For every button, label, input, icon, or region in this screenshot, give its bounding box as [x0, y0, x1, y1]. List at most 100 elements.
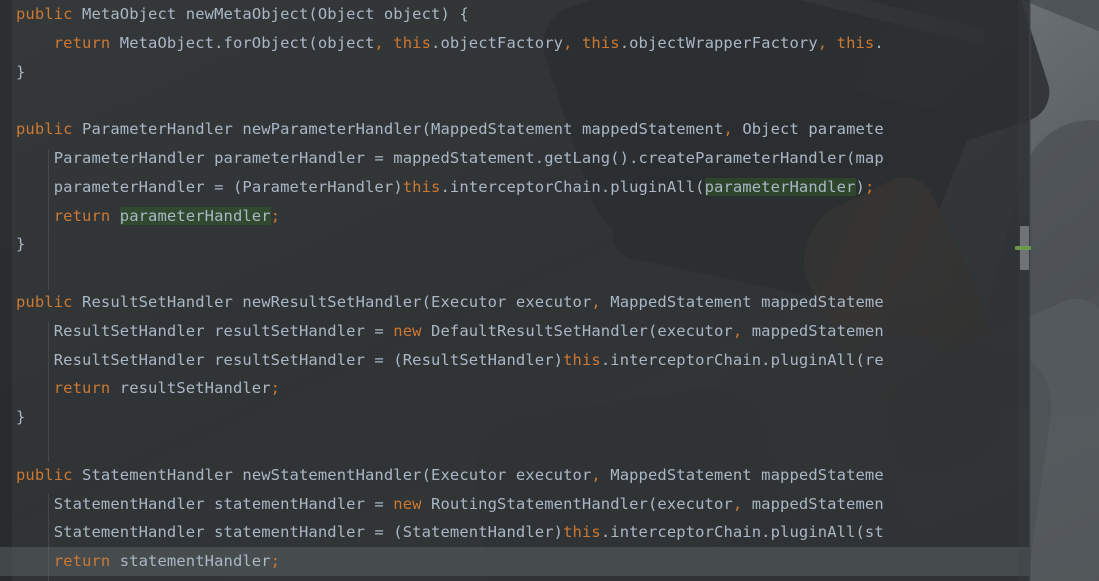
code-token: ParameterHandler: [53, 148, 205, 167]
code-line[interactable]: [0, 432, 1030, 461]
code-token: resultSetHandler: [204, 350, 365, 369]
code-token: Executor: [431, 465, 507, 484]
code-token: }: [16, 235, 26, 254]
code-token: return: [53, 206, 111, 225]
code-token: }: [16, 62, 26, 81]
code-token: ResultSetHandler: [402, 350, 554, 369]
code-token: this: [836, 33, 875, 52]
code-token: mappedStatemen: [742, 321, 884, 340]
code-token: ): [553, 350, 564, 369]
code-line[interactable]: StatementHandler statementHandler = (Sta…: [0, 518, 1030, 547]
code-line[interactable]: }: [0, 230, 1030, 259]
code-line[interactable]: public StatementHandler newStatementHand…: [0, 461, 1030, 490]
code-token: statementHandler: [204, 494, 365, 513]
code-token: .interceptorChain.pluginAll(st: [600, 523, 884, 542]
code-token: .objectFactory: [431, 33, 564, 52]
code-token: this: [563, 523, 601, 542]
code-editor-pane[interactable]: public MetaObject newMetaObject ( Object o…: [0, 0, 1030, 581]
code-token: .interceptorChain.pluginAll(re: [600, 350, 884, 369]
code-line[interactable]: ParameterHandler parameterHandler = mapp…: [0, 144, 1030, 173]
code-line[interactable]: [0, 86, 1030, 115]
code-token: ,: [591, 465, 601, 484]
code-token: StatementHandler: [53, 494, 205, 513]
code-token: =: [365, 321, 394, 340]
code-token: = (: [365, 350, 403, 369]
code-token: = mappedStatement.getLang().createParame…: [365, 148, 884, 167]
code-token: ParameterHandler: [242, 177, 394, 196]
code-token: parameterHandler: [53, 177, 205, 196]
code-line[interactable]: return resultSetHandler;: [0, 374, 1030, 403]
code-token: mappedStatement: [572, 120, 724, 139]
code-token: = (: [204, 177, 243, 196]
code-line[interactable]: return statementHandler;: [0, 547, 1030, 576]
code-token: ResultSetHandler: [82, 292, 233, 311]
code-line[interactable]: StatementHandler statementHandler = new …: [0, 490, 1030, 519]
code-line[interactable]: ResultSetHandler resultSetHandler = (Res…: [0, 346, 1030, 375]
code-token: newStatementHandler: [232, 465, 422, 484]
code-token: object: [374, 5, 441, 23]
code-token: ;: [270, 552, 281, 571]
code-token: MappedStatement: [431, 120, 573, 139]
code-line[interactable]: public ResultSetHandler newResultSetHand…: [0, 288, 1030, 317]
code-token: MetaObject: [110, 33, 215, 52]
code-token: mappedStatemen: [742, 494, 884, 513]
code-line[interactable]: }: [0, 58, 1030, 87]
code-token: ,: [817, 33, 828, 52]
code-token: ;: [270, 206, 281, 225]
code-token: mappedStateme: [751, 465, 884, 484]
code-token: (: [421, 120, 432, 139]
code-token: .interceptorChain.pluginAll(: [440, 177, 705, 196]
code-token: mappedStateme: [751, 292, 884, 311]
code-token: MappedStatement: [610, 292, 752, 311]
vertical-scrollbar-track[interactable]: [1015, 0, 1031, 581]
code-line[interactable]: public ParameterHandler newParameterHand…: [0, 115, 1030, 144]
code-line[interactable]: return MetaObject.forObject(object, this…: [0, 29, 1030, 58]
code-token: ) {: [440, 5, 469, 23]
code-token: this: [563, 350, 601, 369]
code-token: ,: [732, 494, 743, 513]
code-token: newParameterHandler: [232, 120, 422, 139]
code-token: newResultSetHandler: [232, 292, 422, 311]
code-token: .objectWrapperFactory: [619, 33, 818, 52]
code-token: statementHandler: [204, 523, 365, 542]
code-token: this: [402, 177, 441, 196]
code-token: return: [53, 33, 111, 52]
code-line[interactable]: return parameterHandler;: [0, 202, 1030, 231]
code-token: public: [16, 292, 73, 311]
code-line[interactable]: ResultSetHandler resultSetHandler = new …: [0, 317, 1030, 346]
code-line[interactable]: }: [0, 403, 1030, 432]
code-token: (: [421, 292, 432, 311]
scrollbar-change-marker[interactable]: [1015, 246, 1031, 250]
code-token: ResultSetHandler: [53, 321, 205, 340]
code-token: ,: [723, 120, 733, 139]
code-token: this: [581, 33, 620, 52]
code-token: Object: [317, 5, 375, 23]
code-token: ;: [864, 177, 875, 196]
code-token: .forObject(object: [214, 33, 375, 52]
code-line[interactable]: parameterHandler = (ParameterHandler)thi…: [0, 173, 1030, 202]
code-token: Object: [742, 120, 799, 139]
code-token: .: [874, 33, 884, 52]
code-token: newMetaObject: [176, 5, 309, 23]
code-content[interactable]: public MetaObject newMetaObject ( Object o…: [0, 0, 1030, 576]
code-line[interactable]: public MetaObject newMetaObject(Object o…: [0, 0, 1030, 29]
code-token: executor: [506, 292, 592, 311]
code-token: ,: [374, 33, 384, 52]
code-line[interactable]: [0, 259, 1030, 288]
code-token: parameterHandler: [119, 206, 271, 225]
